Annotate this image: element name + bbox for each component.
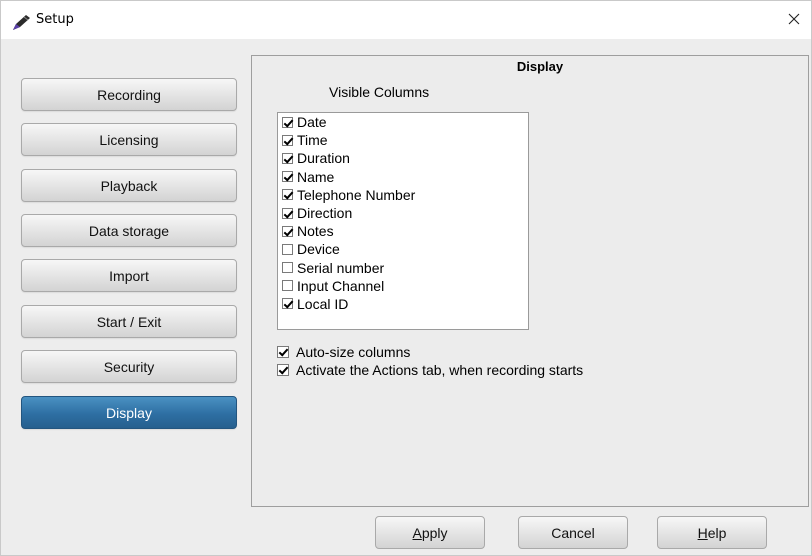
column-label: Telephone Number <box>297 186 416 203</box>
column-item[interactable]: Input Channel <box>282 277 528 295</box>
auto-size-columns-checkbox[interactable] <box>277 346 289 358</box>
apply-mnemonic: A <box>412 524 422 541</box>
activate-actions-tab-option[interactable]: Activate the Actions tab, when recording… <box>277 362 583 378</box>
auto-size-columns-label: Auto-size columns <box>296 344 411 360</box>
help-mnemonic: H <box>697 524 708 541</box>
column-checkbox[interactable] <box>282 189 293 201</box>
column-item[interactable]: Notes <box>282 222 528 240</box>
nav-recording-button[interactable]: Recording <box>21 78 237 111</box>
column-checkbox[interactable] <box>282 171 293 183</box>
apply-button[interactable]: Apply <box>375 516 485 549</box>
column-checkbox[interactable] <box>282 280 293 292</box>
title-bar: Setup <box>1 1 811 39</box>
column-item[interactable]: Duration <box>282 149 528 167</box>
column-item[interactable]: Direction <box>282 204 528 222</box>
nav-playback-button[interactable]: Playback <box>21 169 237 202</box>
column-checkbox[interactable] <box>282 262 293 274</box>
nav-data-storage-button[interactable]: Data storage <box>21 214 237 247</box>
close-button[interactable] <box>777 1 811 39</box>
window-title: Setup <box>36 12 74 27</box>
activate-actions-tab-checkbox[interactable] <box>277 364 289 376</box>
column-item[interactable]: Device <box>282 240 528 258</box>
column-item[interactable]: Time <box>282 131 528 149</box>
column-checkbox[interactable] <box>282 243 293 255</box>
column-checkbox[interactable] <box>282 225 293 237</box>
column-checkbox[interactable] <box>282 134 293 146</box>
panel-title: Display <box>516 59 564 74</box>
column-label: Device <box>297 241 340 258</box>
column-item[interactable]: Telephone Number <box>282 186 528 204</box>
column-label: Serial number <box>297 259 385 276</box>
display-settings-panel: Display Visible Columns Date Time Duration… <box>251 55 809 507</box>
setup-window: Setup Recording Licensing Playback Data … <box>0 0 812 556</box>
column-label: Direction <box>297 205 353 222</box>
column-checkbox[interactable] <box>282 116 293 128</box>
column-label: Notes <box>297 223 334 240</box>
column-label: Date <box>297 114 327 131</box>
visible-columns-list[interactable]: Date Time Duration Name Telephone Number Dire… <box>277 112 529 330</box>
activate-actions-tab-label: Activate the Actions tab, when recording… <box>296 362 584 378</box>
column-checkbox[interactable] <box>282 152 293 164</box>
close-icon <box>788 13 800 28</box>
column-item[interactable]: Local ID <box>282 295 528 313</box>
cancel-button[interactable]: Cancel <box>518 516 628 549</box>
column-checkbox[interactable] <box>282 207 293 219</box>
column-label: Local ID <box>297 295 349 312</box>
column-label: Name <box>297 168 335 185</box>
column-checkbox[interactable] <box>282 298 293 310</box>
setup-app-icon <box>12 13 32 31</box>
nav-start-exit-button[interactable]: Start / Exit <box>21 305 237 338</box>
apply-label-rest: pply <box>421 524 448 541</box>
nav-import-button[interactable]: Import <box>21 259 237 292</box>
column-label: Time <box>297 132 328 149</box>
column-item[interactable]: Name <box>282 168 528 186</box>
help-button[interactable]: Help <box>657 516 767 549</box>
column-item[interactable]: Serial number <box>282 259 528 277</box>
visible-columns-label: Visible Columns <box>329 84 430 100</box>
nav-licensing-button[interactable]: Licensing <box>21 123 237 156</box>
help-label-rest: elp <box>707 524 727 541</box>
column-item[interactable]: Date <box>282 113 528 131</box>
auto-size-columns-option[interactable]: Auto-size columns <box>277 344 410 360</box>
column-label: Duration <box>297 150 350 167</box>
nav-display-button[interactable]: Display <box>21 396 237 429</box>
nav-security-button[interactable]: Security <box>21 350 237 383</box>
column-label: Input Channel <box>297 277 385 294</box>
